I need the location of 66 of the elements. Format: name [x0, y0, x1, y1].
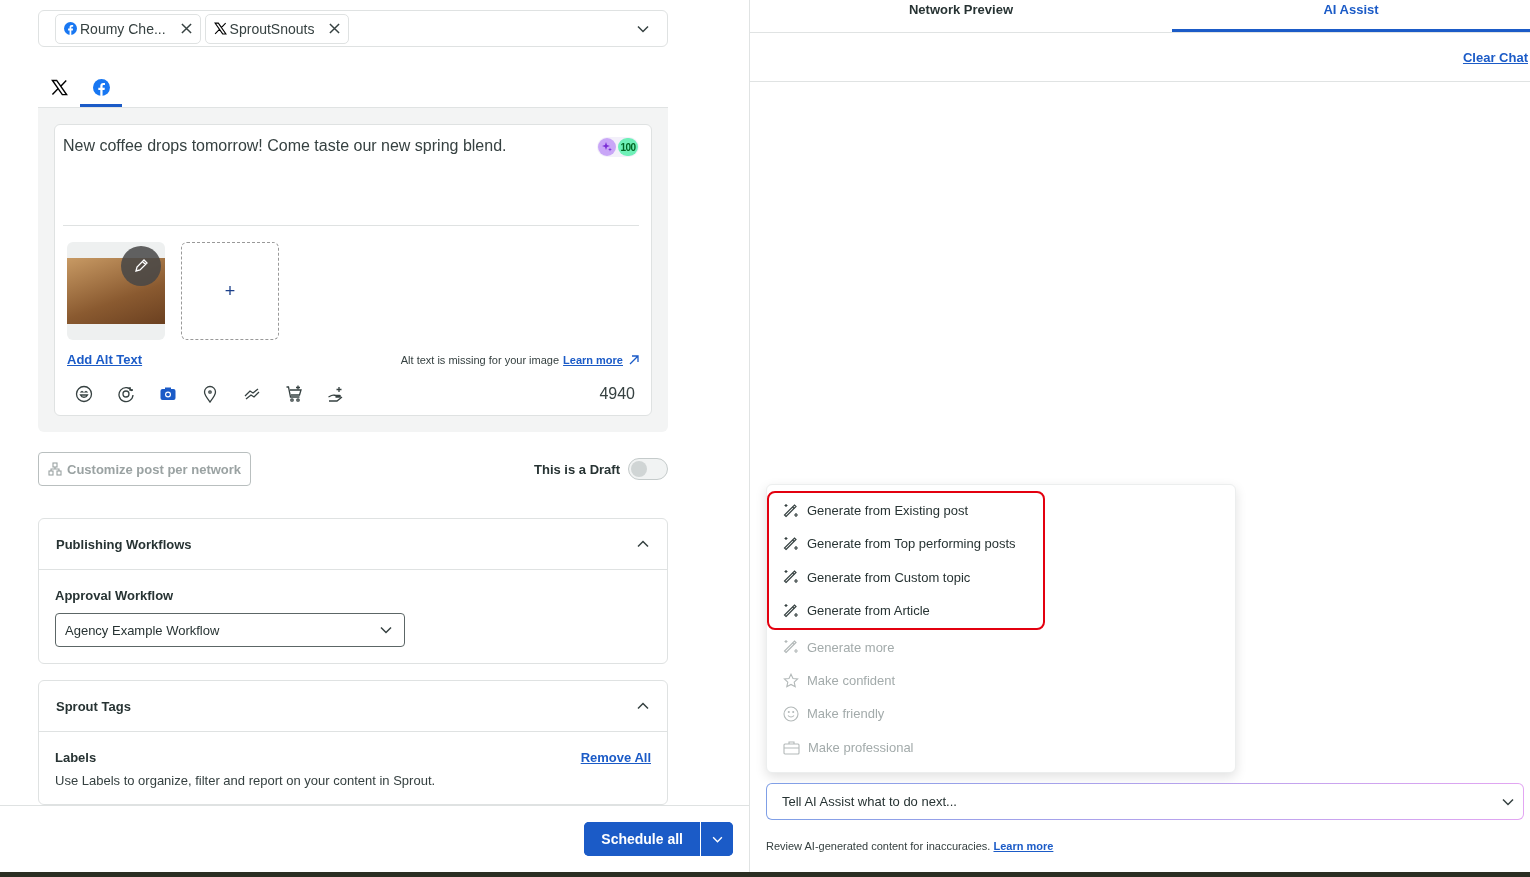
hand-sparkle-icon[interactable]: [327, 385, 345, 403]
learn-more-link[interactable]: Learn more: [993, 840, 1054, 852]
cart-icon[interactable]: [285, 385, 303, 403]
labels-description: Use Labels to organize, filter and report on your content in Sprout.: [55, 773, 437, 788]
score-badge: 100: [597, 137, 639, 157]
post-text: New coffee drops tomorrow! Come taste our new spring blend.: [63, 137, 508, 155]
post-editor[interactable]: New coffee drops tomorrow! Come taste our new spring blend. 100 + Add Alt Text Alt text is missing for your image Learn more 4940: [54, 124, 652, 416]
chevron-up-icon: [637, 540, 649, 548]
magic-wand-icon: [783, 602, 799, 619]
close-icon[interactable]: [329, 23, 341, 34]
image-thumbnail[interactable]: [67, 242, 165, 340]
draft-label: This is a Draft: [534, 461, 620, 477]
remove-all-link[interactable]: Remove All: [580, 750, 651, 765]
camera-icon[interactable]: [159, 385, 177, 403]
close-icon[interactable]: [180, 23, 192, 34]
ai-menu-item[interactable]: Generate from Article: [769, 594, 1043, 628]
add-media-button[interactable]: +: [181, 242, 279, 340]
magic-wand-icon: [783, 639, 799, 656]
clear-chat-link[interactable]: Clear Chat: [1462, 49, 1528, 65]
labels-title: Labels: [55, 750, 98, 765]
x-logo-icon: [213, 22, 227, 35]
field-label: Approval Workflow: [55, 588, 175, 603]
workflow-dropdown[interactable]: Agency Example Workflow: [55, 613, 405, 647]
smiley-icon: [783, 705, 799, 722]
alt-text-warning: Alt text is missing for your image: [400, 353, 560, 366]
chevron-down-icon: [1502, 798, 1514, 806]
chevron-up-icon: [637, 702, 649, 710]
magic-wand-icon: [783, 502, 799, 519]
schedule-options-button[interactable]: [700, 822, 733, 856]
learn-more-link[interactable]: Learn more: [563, 353, 623, 366]
panel-tab[interactable]: Network Preview: [750, 0, 1172, 32]
draft-toggle[interactable]: [628, 458, 668, 480]
character-count: 4940: [599, 385, 635, 403]
hierarchy-icon: [48, 462, 62, 476]
ai-disclaimer: Review AI-generated content for inaccuracies. Learn more: [766, 840, 1055, 852]
facebook-icon: [64, 22, 77, 35]
chevron-down-icon: [711, 835, 723, 843]
external-link-icon: [629, 354, 639, 365]
smiley-icon[interactable]: [75, 385, 93, 403]
ai-menu-item[interactable]: Generate from Existing post: [769, 493, 1043, 528]
location-pin-icon[interactable]: [201, 385, 219, 403]
briefcase-icon: [783, 739, 800, 755]
account-name: Roumy Che...: [80, 20, 166, 37]
tags-header[interactable]: Sprout Tags: [39, 681, 667, 732]
pencil-icon: [133, 258, 149, 274]
magic-wand-icon: [783, 569, 799, 586]
magic-wand-icon: [783, 535, 799, 552]
spinner-icon[interactable]: [117, 385, 135, 403]
edit-image-button[interactable]: [121, 246, 161, 286]
caret-icon: [380, 626, 392, 634]
ai-prompt-field[interactable]: Tell AI Assist what to do next...: [766, 783, 1524, 820]
x-logo-icon: [50, 79, 68, 96]
section-title: Sprout Tags: [56, 698, 132, 714]
account-chip[interactable]: SproutSnouts: [204, 13, 350, 44]
workflows-header[interactable]: Publishing Workflows: [39, 519, 667, 570]
ai-menu-item[interactable]: Generate from Top performing posts: [769, 527, 1043, 561]
account-chip[interactable]: Roumy Che...: [55, 13, 201, 44]
chevron-down-icon: [637, 24, 649, 33]
profile-selector[interactable]: Roumy Che... SproutSnouts: [38, 10, 668, 47]
ai-menu-item[interactable]: Generate from Custom topic: [769, 560, 1043, 595]
panel-tab[interactable]: AI Assist: [1172, 0, 1530, 32]
add-alt-text-link[interactable]: Add Alt Text: [67, 352, 143, 367]
section-title: Publishing Workflows: [56, 536, 193, 552]
account-name: SproutSnouts: [229, 20, 315, 37]
facebook-icon: [92, 79, 110, 96]
star-icon: [783, 672, 799, 689]
